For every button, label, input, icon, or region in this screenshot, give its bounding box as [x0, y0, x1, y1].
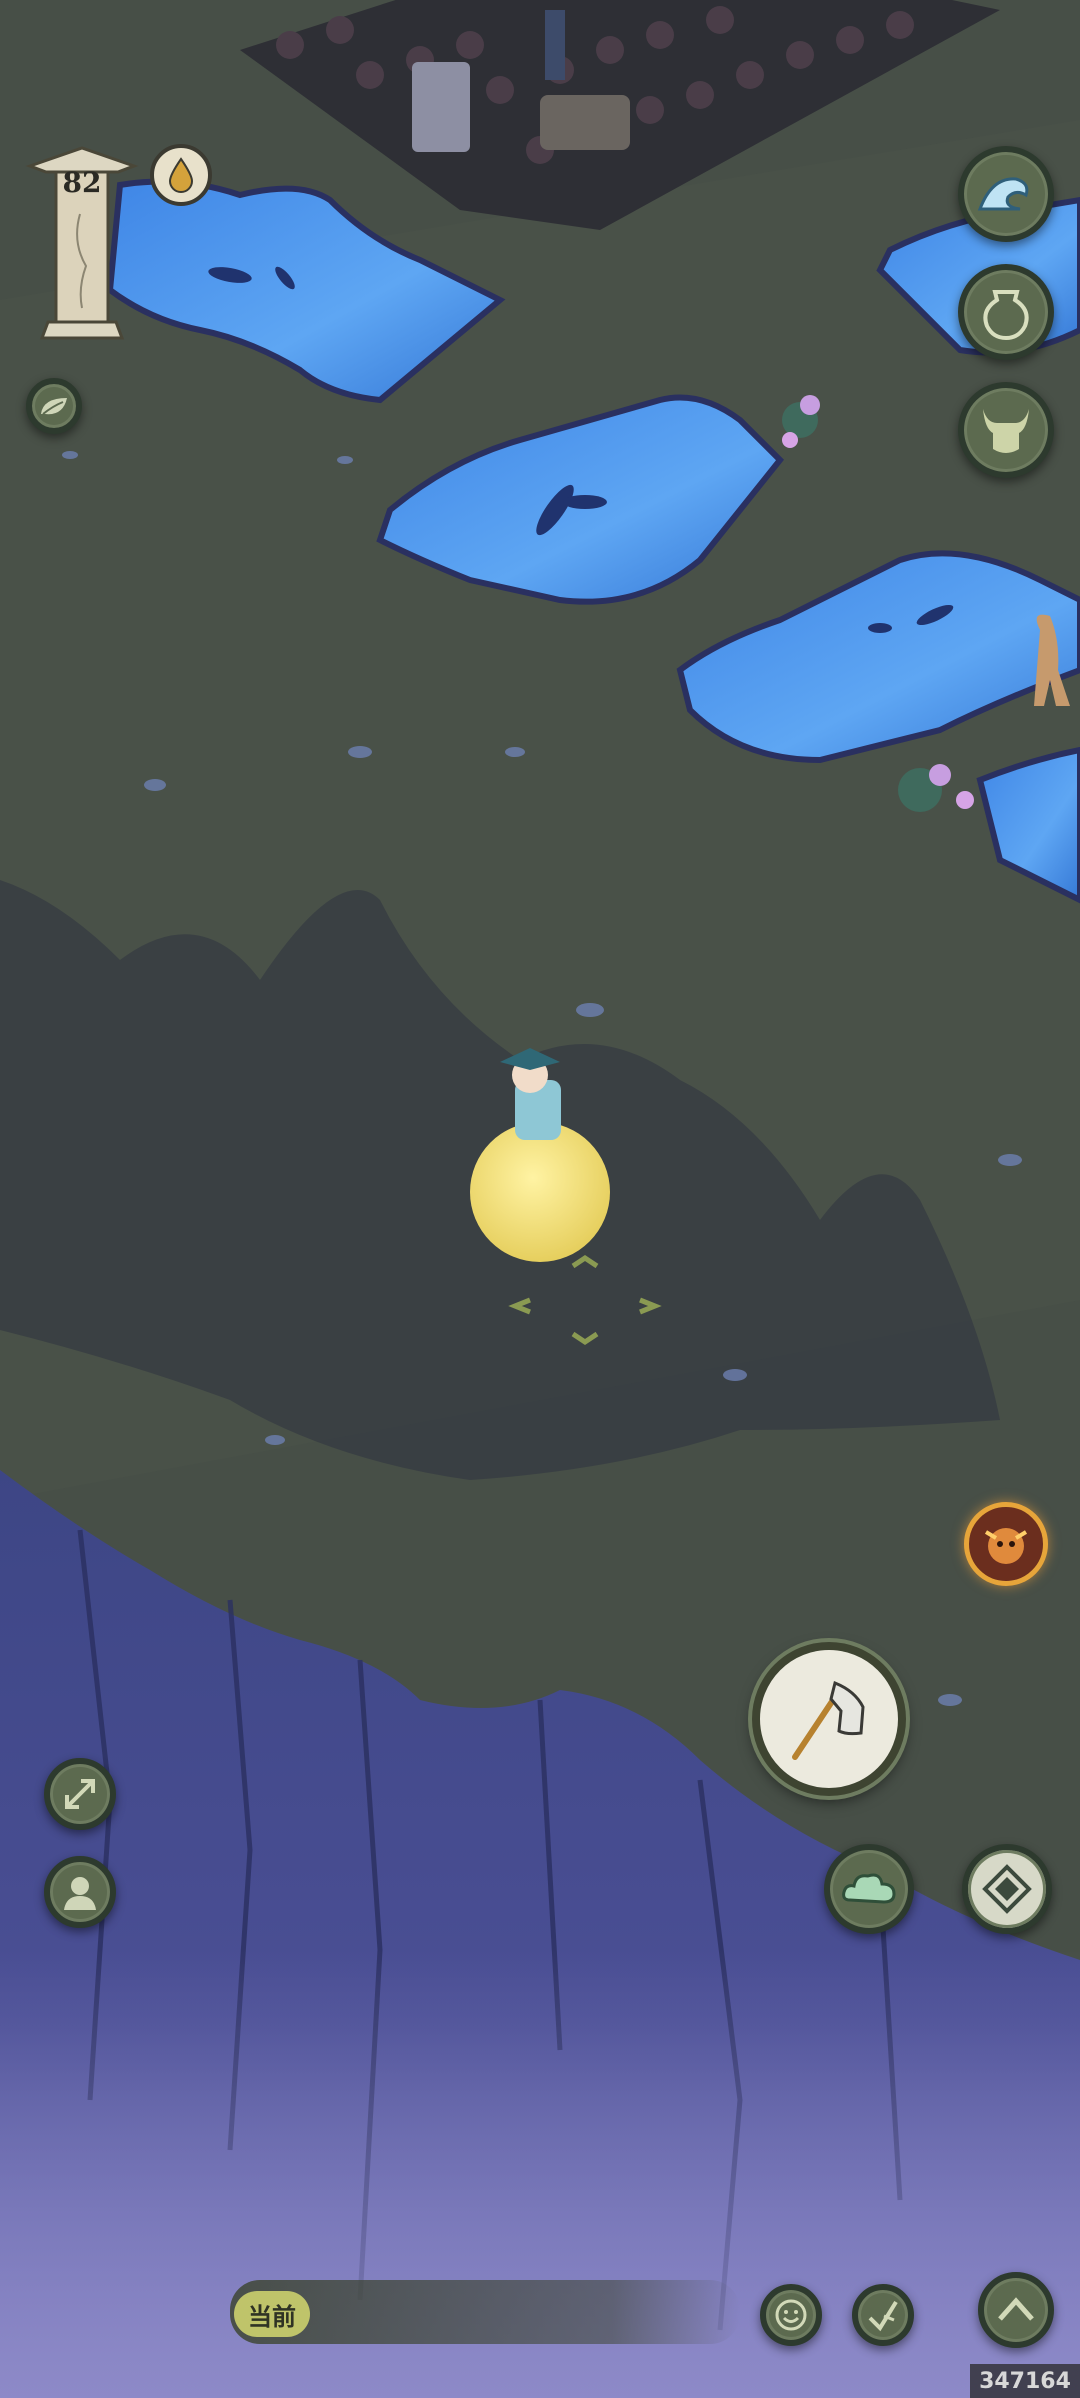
axe-icon	[792, 1680, 865, 1760]
player-level: 82	[62, 166, 102, 199]
water-drop-icon	[168, 157, 194, 193]
ox-mount-button[interactable]	[958, 382, 1054, 478]
expand-up-chevron-icon	[998, 2297, 1034, 2321]
leaf-button[interactable]	[26, 378, 82, 434]
character-profile-button[interactable]	[44, 1856, 116, 1928]
expand-arrows-icon	[65, 1779, 95, 1809]
ox-mount-icon	[983, 409, 1029, 453]
wave-skill-button[interactable]	[958, 146, 1054, 242]
expand-view-button[interactable]	[44, 1758, 116, 1830]
flame-beast-icon	[984, 1528, 1028, 1564]
wandering-creature[interactable]	[1030, 610, 1080, 710]
build-id-label: 347164	[970, 2364, 1080, 2398]
quick-action-icon	[868, 2300, 898, 2332]
chat-channel-tag[interactable]: 当前	[234, 2291, 310, 2337]
flame-beast-button[interactable]	[964, 1502, 1048, 1586]
character-profile-icon	[64, 1877, 96, 1910]
quick-action-button[interactable]	[852, 2284, 914, 2346]
spirit-drop-button[interactable]	[150, 144, 212, 206]
chop-action-button[interactable]	[752, 1642, 906, 1796]
game-world[interactable]	[0, 0, 1080, 2398]
leaf-icon	[41, 398, 67, 415]
diamond-skill-button[interactable]	[962, 1844, 1052, 1934]
cloud-icon	[842, 1873, 896, 1904]
diamond-compass-icon	[982, 1864, 1032, 1914]
expand-up-button[interactable]	[978, 2272, 1054, 2348]
jar-item-icon	[983, 290, 1029, 340]
emote-smile-icon	[775, 2299, 807, 2331]
wave-skill-icon	[977, 177, 1029, 211]
cloud-skill-button[interactable]	[824, 1844, 914, 1934]
jar-item-button[interactable]	[958, 264, 1054, 360]
emote-button[interactable]	[760, 2284, 822, 2346]
